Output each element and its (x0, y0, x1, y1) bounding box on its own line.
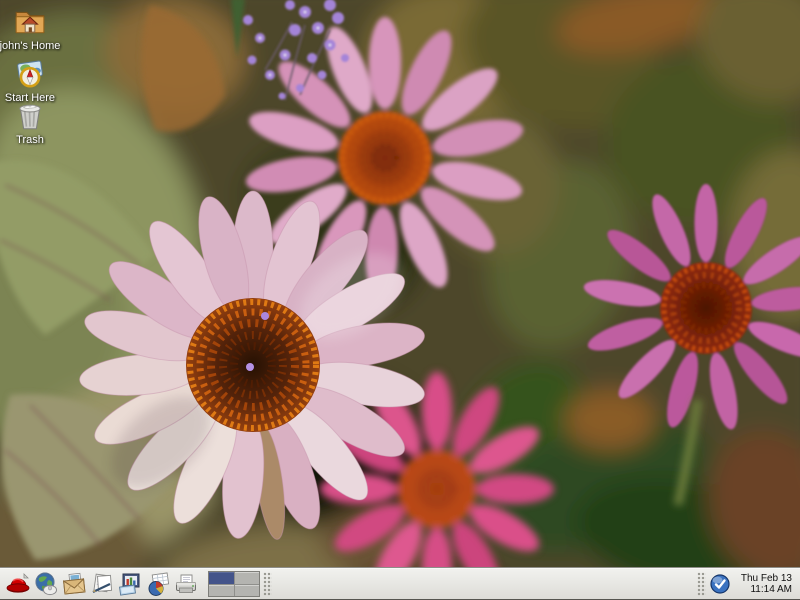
main-menu-red-hat-icon (5, 571, 31, 597)
update-notifier-icon (709, 573, 731, 595)
update-notifier[interactable] (709, 573, 731, 595)
web-browser-launcher[interactable] (32, 570, 60, 598)
desktop-icon-start-here[interactable]: Start Here (0, 57, 62, 104)
desktop-surface[interactable]: john's Home Start Here Trash (0, 0, 800, 600)
clock-time: 11:14 AM (736, 584, 792, 596)
wallpaper-image (0, 0, 800, 600)
print-manager-launcher[interactable] (172, 570, 200, 598)
desktop-icon-label: Trash (16, 134, 44, 146)
printer-icon (173, 571, 199, 597)
word-processor-launcher[interactable] (88, 570, 116, 598)
workspace-switcher (208, 571, 260, 597)
workspace-4[interactable] (235, 585, 260, 597)
desktop-icon-label: john's Home (0, 40, 60, 52)
start-here-icon (13, 57, 47, 91)
web-browser-icon (33, 571, 59, 597)
main-menu-button[interactable] (4, 570, 32, 598)
spreadsheet-launcher[interactable] (144, 570, 172, 598)
presentation-launcher[interactable] (116, 570, 144, 598)
spreadsheet-icon (145, 571, 171, 597)
panel-grab-handle[interactable] (697, 572, 706, 596)
clock-date: Thu Feb 13 (736, 573, 792, 585)
workspace-2[interactable] (235, 572, 260, 584)
presentation-icon (117, 571, 143, 597)
desktop-icon-home[interactable]: john's Home (0, 5, 62, 52)
desktop-icon-trash[interactable]: Trash (0, 99, 62, 146)
panel-clock[interactable]: Thu Feb 13 11:14 AM (736, 573, 792, 596)
email-launcher[interactable] (60, 570, 88, 598)
trash-icon (13, 99, 47, 133)
workspace-1[interactable] (209, 572, 234, 584)
workspace-3[interactable] (209, 585, 234, 597)
bottom-panel: Thu Feb 13 11:14 AM (0, 568, 800, 600)
panel-grab-handle[interactable] (263, 572, 272, 596)
home-folder-icon (13, 5, 47, 39)
email-icon (61, 571, 87, 597)
word-processor-icon (89, 571, 115, 597)
